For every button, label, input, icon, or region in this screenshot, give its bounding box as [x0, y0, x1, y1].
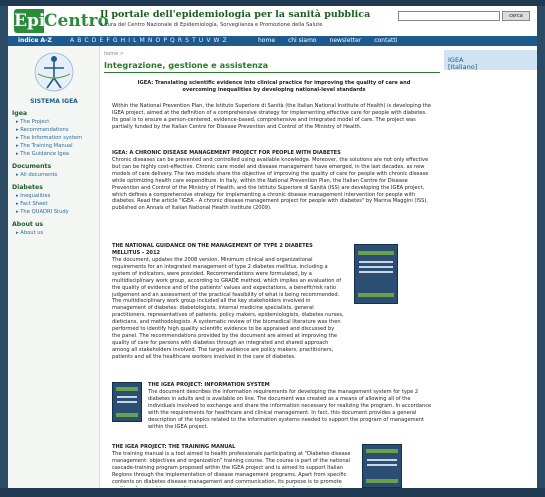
sidebar-item-project[interactable]: ▸ The Project	[16, 119, 49, 125]
info-system-title[interactable]: THE IGEA PROJECT: INFORMATION SYSTEM	[148, 382, 436, 389]
sidebar-item-label: Inequalities	[20, 193, 51, 199]
breadcrumb[interactable]: home >	[104, 51, 124, 57]
sidebar: SISTEMA IGEA Igea ▸ The Project ▸ Recomm…	[8, 46, 100, 488]
sidebar-item-about-us[interactable]: ▸ About us	[16, 230, 43, 236]
top-nav: indice A-Z A B C D E F G H I L M N O P Q…	[8, 36, 537, 46]
sidebar-section-documents[interactable]: Documents	[12, 163, 51, 170]
language-box[interactable]: IGEA [Italiano]	[444, 50, 537, 71]
guidance-title[interactable]: THE NATIONAL GUIDANCE ON THE MANAGEMENT …	[112, 243, 342, 257]
training-manual-paragraph: The training manual is a tool aimed to h…	[112, 451, 351, 487]
nav-link-contacts[interactable]: contatti	[374, 37, 397, 44]
sidebar-item-fact-sheet[interactable]: ▸ Fact Sheet	[16, 201, 47, 207]
logo-wordmark: Centro	[44, 11, 109, 31]
sidebar-item-information-system[interactable]: ▸ The Information system	[16, 135, 82, 141]
web-page: Epi Centro Il portale dell'epidemiologia…	[8, 6, 537, 488]
chronic-project-title: IGEA: A CHRONIC DISEASE MANAGEMENT PROJE…	[112, 150, 341, 156]
sidebar-item-label: All documents	[20, 172, 58, 178]
sidebar-item-recommendations[interactable]: ▸ Recommendations	[16, 127, 69, 133]
intro-paragraph: Within the National Prevention Plan, the…	[112, 103, 431, 130]
title-divider	[104, 72, 440, 73]
sidebar-item-all-documents[interactable]: ▸ All documents	[16, 172, 57, 178]
intro-title: IGEA: Translating scientific evidence in…	[137, 80, 411, 93]
site-subtitle: a cura del Centro Nazionale di Epidemiol…	[100, 22, 323, 28]
sidebar-item-label: The QUADRI Study	[20, 209, 69, 215]
nav-link-newsletter[interactable]: newsletter	[330, 37, 362, 44]
sidebar-item-label: The Project	[20, 119, 50, 125]
right-column: IGEA [Italiano]	[444, 46, 537, 488]
sidebar-item-label: The Guidance Igea	[20, 151, 69, 157]
search-button[interactable]: cerca	[502, 11, 530, 21]
frame-bottom	[0, 488, 545, 497]
nav-links: home chi siamo newsletter contatti	[258, 37, 408, 44]
igea-logo-text: SISTEMA IGEA	[30, 98, 78, 105]
training-manual-title[interactable]: THE IGEA PROJECT: THE TRAINING MANUAL	[112, 444, 352, 451]
sidebar-item-label: About us	[20, 230, 44, 236]
nav-index-label[interactable]: indice A-Z	[18, 37, 52, 44]
sidebar-item-inequalities[interactable]: ▸ Inequalities	[16, 193, 50, 199]
sidebar-item-label: Recommendations	[20, 127, 69, 133]
info-system-paragraph: The document describes the information r…	[148, 389, 432, 430]
igea-figure-icon	[34, 52, 74, 92]
igea-logo[interactable]: SISTEMA IGEA	[14, 50, 94, 105]
sidebar-section-about[interactable]: About us	[12, 221, 43, 228]
page-title: Integrazione, gestione e assistenza	[104, 60, 269, 70]
sidebar-item-label: The Training Manual	[20, 143, 73, 149]
sidebar-section-igea[interactable]: Igea	[12, 110, 27, 117]
guidance-paragraph: The document, updates the 2008 version. …	[112, 257, 344, 360]
info-system-cover-thumbnail[interactable]	[112, 382, 142, 422]
sidebar-item-training-manual[interactable]: ▸ The Training Manual	[16, 143, 73, 149]
guidance-cover-thumbnail[interactable]	[354, 244, 398, 304]
sidebar-section-diabetes[interactable]: Diabetes	[12, 184, 43, 191]
epicentro-logo[interactable]: Epi Centro	[14, 9, 109, 33]
nav-link-home[interactable]: home	[258, 37, 275, 44]
site-title: Il portale dell'epidemiologia per la san…	[100, 9, 371, 20]
sidebar-item-guidance[interactable]: ▸ The Guidance Igea	[16, 151, 69, 157]
sidebar-item-label: The Information system	[20, 135, 82, 141]
chronic-project-paragraph: Chronic diseases can be prevented and co…	[112, 157, 429, 212]
logo-mark: Epi	[14, 9, 46, 33]
nav-link-about[interactable]: chi siamo	[288, 37, 317, 44]
sidebar-item-quadri-study[interactable]: ▸ The QUADRI Study	[16, 209, 69, 215]
training-manual-cover-thumbnail[interactable]	[362, 444, 402, 488]
italian-version-link[interactable]: [Italiano]	[448, 63, 477, 71]
search-input[interactable]	[398, 11, 500, 21]
main-content: home > Integrazione, gestione e assisten…	[104, 46, 440, 488]
alphabet-index[interactable]: A B C D E F G H I L M N O P Q R S T U V …	[70, 37, 227, 44]
sidebar-item-label: Fact Sheet	[20, 201, 48, 207]
site-header: Epi Centro Il portale dell'epidemiologia…	[8, 6, 537, 36]
